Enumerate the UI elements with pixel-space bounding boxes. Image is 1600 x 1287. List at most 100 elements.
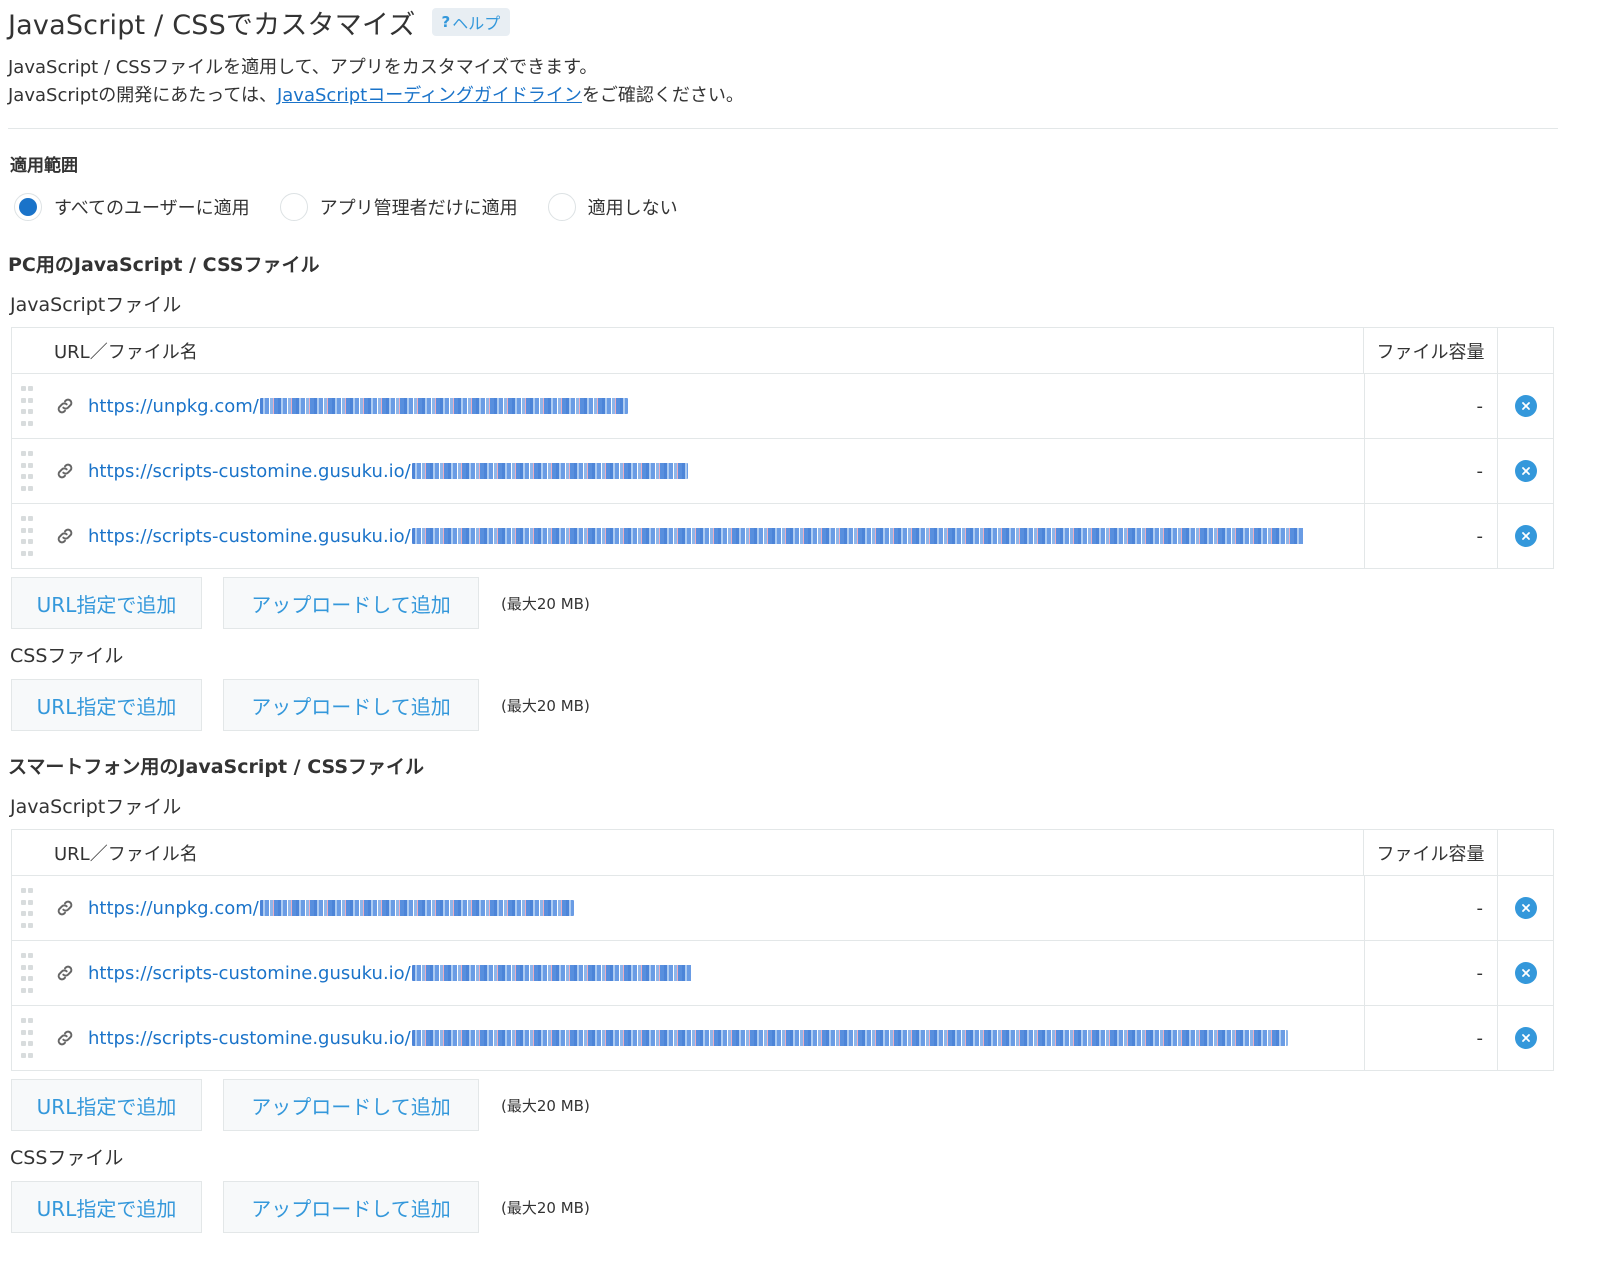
file-url: https://unpkg.com/ <box>88 897 259 919</box>
redacted-filename <box>411 528 1304 544</box>
column-header-name: URL／ファイル名 <box>54 341 198 363</box>
title-row: JavaScript / CSSでカスタマイズ ? ヘルプ <box>8 2 511 42</box>
customize-page: JavaScript / CSSでカスタマイズ ? ヘルプ JavaScript… <box>0 0 1600 1287</box>
page-title: JavaScript / CSSでカスタマイズ <box>8 9 416 41</box>
file-url-link[interactable]: https://unpkg.com/ <box>88 898 574 919</box>
max-size-note: (最大20 MB) <box>501 594 590 613</box>
upload-button[interactable]: アップロードして追加 <box>223 679 479 731</box>
redacted-filename <box>259 398 628 414</box>
add-url-button[interactable]: URL指定で追加 <box>11 577 202 629</box>
file-size: - <box>1364 374 1497 438</box>
pc-js-label: JavaScriptファイル <box>10 294 182 316</box>
redacted-filename <box>259 900 574 916</box>
file-url: https://scripts-customine.gusuku.io/ <box>88 1027 411 1049</box>
file-url: https://scripts-customine.gusuku.io/ <box>88 962 411 984</box>
max-size-note: (最大20 MB) <box>501 1198 590 1217</box>
file-url: https://unpkg.com/ <box>88 395 259 417</box>
drag-handle-icon[interactable] <box>20 516 36 556</box>
mobile-js-file-table: URL／ファイル名 ファイル容量 https://unpkg.com/ - ht… <box>11 829 1554 1071</box>
column-header-action <box>1497 328 1553 373</box>
file-url: https://scripts-customine.gusuku.io/ <box>88 525 411 547</box>
table-row: https://scripts-customine.gusuku.io/ - <box>12 1006 1553 1070</box>
file-size: - <box>1364 439 1497 503</box>
add-url-button[interactable]: URL指定で追加 <box>11 1079 202 1131</box>
radio-label: アプリ管理者だけに適用 <box>319 198 518 219</box>
add-url-button[interactable]: URL指定で追加 <box>11 1181 202 1233</box>
file-url-link[interactable]: https://scripts-customine.gusuku.io/ <box>88 1028 1288 1049</box>
radio-all-users[interactable]: すべてのユーザーに適用 <box>14 193 250 221</box>
link-icon <box>54 962 76 984</box>
pc-css-label: CSSファイル <box>10 645 124 667</box>
remove-file-button[interactable] <box>1514 395 1537 417</box>
file-url-link[interactable]: https://scripts-customine.gusuku.io/ <box>88 461 688 482</box>
radio-admins-only[interactable]: アプリ管理者だけに適用 <box>279 193 518 221</box>
remove-file-button[interactable] <box>1514 525 1537 547</box>
column-header-action <box>1497 830 1553 875</box>
link-icon <box>54 897 76 919</box>
drag-handle-icon[interactable] <box>20 1018 36 1058</box>
remove-file-button[interactable] <box>1514 962 1537 984</box>
column-header-name: URL／ファイル名 <box>54 843 198 865</box>
close-icon <box>1521 467 1530 475</box>
description-text-after: をご確認ください。 <box>581 85 744 106</box>
table-row: https://scripts-customine.gusuku.io/ - <box>12 439 1553 504</box>
radio-circle-selected <box>14 193 42 221</box>
pc-section-heading: PC用のJavaScript / CSSファイル <box>8 254 320 276</box>
radio-circle <box>547 193 576 221</box>
drag-handle-icon[interactable] <box>20 953 36 993</box>
mobile-js-label: JavaScriptファイル <box>10 796 182 818</box>
upload-button[interactable]: アップロードして追加 <box>223 577 479 629</box>
close-icon <box>1521 969 1530 977</box>
help-link[interactable]: ? ヘルプ <box>431 8 511 36</box>
description-line-1: JavaScript / CSSファイルを適用して、アプリをカスタマイズできます… <box>8 57 598 78</box>
redacted-filename <box>411 1030 1288 1046</box>
column-header-size: ファイル容量 <box>1363 830 1497 875</box>
question-icon: ? <box>441 13 451 31</box>
table-row: https://scripts-customine.gusuku.io/ - <box>12 504 1553 568</box>
remove-file-button[interactable] <box>1514 460 1537 482</box>
pc-js-button-row: URL指定で追加 アップロードして追加 (最大20 MB) <box>11 577 590 629</box>
max-size-note: (最大20 MB) <box>501 696 590 715</box>
mobile-js-button-row: URL指定で追加 アップロードして追加 (最大20 MB) <box>11 1079 590 1131</box>
drag-handle-icon[interactable] <box>20 386 36 426</box>
close-icon <box>1521 532 1530 540</box>
drag-handle-icon[interactable] <box>20 451 36 491</box>
pc-js-file-table: URL／ファイル名 ファイル容量 https://unpkg.com/ - ht… <box>11 327 1554 569</box>
scope-radio-group: すべてのユーザーに適用 アプリ管理者だけに適用 適用しない <box>14 193 708 221</box>
upload-button[interactable]: アップロードして追加 <box>223 1181 479 1233</box>
mobile-section-heading: スマートフォン用のJavaScript / CSSファイル <box>8 756 425 778</box>
radio-circle <box>279 193 308 221</box>
divider <box>8 128 1558 129</box>
table-row: https://unpkg.com/ - <box>12 876 1553 941</box>
file-url-link[interactable]: https://scripts-customine.gusuku.io/ <box>88 963 692 984</box>
file-url-link[interactable]: https://unpkg.com/ <box>88 396 628 417</box>
upload-button[interactable]: アップロードして追加 <box>223 1079 479 1131</box>
description-text-before: JavaScriptの開発にあたっては、 <box>8 85 277 106</box>
add-url-button[interactable]: URL指定で追加 <box>11 679 202 731</box>
link-icon <box>54 460 76 482</box>
close-icon <box>1521 1034 1530 1042</box>
max-size-note: (最大20 MB) <box>501 1096 590 1115</box>
remove-file-button[interactable] <box>1514 897 1537 919</box>
coding-guideline-link[interactable]: JavaScriptコーディングガイドライン <box>277 85 582 106</box>
radio-label: すべてのユーザーに適用 <box>54 198 250 219</box>
table-header: URL／ファイル名 ファイル容量 <box>12 328 1553 374</box>
close-icon <box>1521 402 1530 410</box>
radio-label: 適用しない <box>587 198 678 219</box>
file-url: https://scripts-customine.gusuku.io/ <box>88 460 411 482</box>
radio-do-not-apply[interactable]: 適用しない <box>547 193 678 221</box>
mobile-css-label: CSSファイル <box>10 1147 124 1169</box>
file-url-link[interactable]: https://scripts-customine.gusuku.io/ <box>88 526 1304 547</box>
close-icon <box>1521 904 1530 912</box>
redacted-filename <box>411 463 688 479</box>
table-header: URL／ファイル名 ファイル容量 <box>12 830 1553 876</box>
column-header-size: ファイル容量 <box>1363 328 1497 373</box>
help-label: ヘルプ <box>452 14 501 33</box>
link-icon <box>54 525 76 547</box>
remove-file-button[interactable] <box>1514 1027 1537 1049</box>
file-size: - <box>1364 876 1497 940</box>
description-line-2: JavaScriptの開発にあたっては、JavaScriptコーディングガイドラ… <box>8 81 744 107</box>
file-size: - <box>1364 941 1497 1005</box>
redacted-filename <box>411 965 692 981</box>
drag-handle-icon[interactable] <box>20 888 36 928</box>
